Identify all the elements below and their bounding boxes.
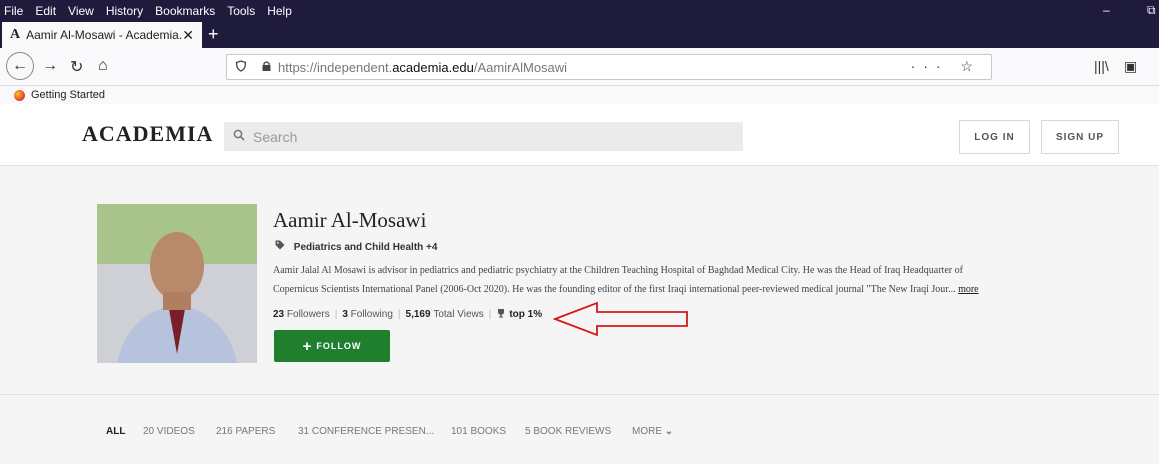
minimize-icon[interactable]: – — [1103, 3, 1110, 17]
navigation-bar: ← → ↻ ⌂ https://independent.academia.edu… — [0, 48, 1159, 86]
forward-button[interactable]: → — [42, 57, 58, 75]
bookmark-getting-started[interactable]: Getting Started — [31, 89, 105, 101]
chevron-down-icon: ⌄ — [664, 426, 674, 437]
tab-more[interactable]: MORE ⌄ — [632, 426, 673, 437]
tag-icon — [275, 240, 288, 253]
home-button[interactable]: ⌂ — [98, 57, 108, 75]
bookmarks-bar: Getting Started — [0, 86, 1159, 104]
site-header: ACADEMIA Search LOG IN SIGN UP — [0, 104, 1159, 166]
profile-photo — [97, 204, 257, 363]
profile-tabs: ALL 20 VIDEOS 216 PAPERS 31 CONFERENCE P… — [0, 394, 1159, 464]
search-placeholder: Search — [253, 128, 298, 145]
search-icon — [233, 129, 245, 144]
back-button[interactable]: ← — [6, 52, 34, 80]
search-input[interactable]: Search — [224, 122, 743, 151]
trophy-icon — [496, 308, 506, 321]
url-text: https://independent.academia.edu/AamirAl… — [278, 59, 568, 75]
signup-button[interactable]: SIGN UP — [1041, 120, 1119, 154]
follow-button[interactable]: + FOLLOW — [274, 330, 390, 362]
reload-button[interactable]: ↻ — [70, 57, 83, 77]
lock-icon[interactable] — [261, 60, 272, 75]
url-bar[interactable]: https://independent.academia.edu/AamirAl… — [226, 54, 992, 80]
tab-papers[interactable]: 216 PAPERS — [216, 426, 275, 437]
tab-videos[interactable]: 20 VIDEOS — [143, 426, 195, 437]
library-icon[interactable]: |||\ — [1094, 58, 1109, 74]
red-arrow-annotation — [553, 301, 688, 337]
tab-all[interactable]: ALL — [106, 426, 125, 437]
menu-tools[interactable]: Tools — [227, 4, 255, 18]
close-icon[interactable]: ✕ — [182, 27, 194, 44]
views-label: Total Views — [433, 309, 484, 320]
tab-bar: A Aamir Al-Mosawi - Academia.e ✕ + — [0, 22, 1159, 48]
menu-bookmarks[interactable]: Bookmarks — [155, 4, 215, 18]
restore-icon[interactable]: ⧉ — [1147, 3, 1156, 18]
profile-name: Aamir Al-Mosawi — [273, 208, 427, 232]
plus-icon: + — [302, 337, 313, 355]
menu-bar: File Edit View History Bookmarks Tools H… — [0, 0, 1159, 22]
page-actions-icon[interactable]: ··· ☆ — [911, 58, 981, 75]
profile-stats: 23 Followers | 3 Following | 5,169 Total… — [273, 308, 543, 321]
tab-book-reviews[interactable]: 5 BOOK REVIEWS — [525, 426, 611, 437]
tab-books[interactable]: 101 BOOKS — [451, 426, 506, 437]
firefox-icon — [14, 89, 25, 101]
profile-bio: Aamir Jalal Al Mosawi is advisor in pedi… — [273, 265, 979, 295]
views-count: 5,169 — [405, 309, 431, 320]
profile-section: Aamir Al-Mosawi Pediatrics and Child Hea… — [0, 166, 1159, 394]
shield-icon[interactable] — [235, 59, 247, 75]
followers-label[interactable]: Followers — [287, 309, 330, 320]
more-link[interactable]: more — [958, 284, 979, 295]
new-tab-button[interactable]: + — [208, 24, 219, 45]
tab-academia[interactable]: A Aamir Al-Mosawi - Academia.e ✕ — [2, 22, 202, 48]
followers-count[interactable]: 23 — [273, 309, 284, 320]
tab-conference-presentations[interactable]: 31 CONFERENCE PRESEN... — [298, 426, 434, 437]
research-tags[interactable]: Pediatrics and Child Health +4 — [275, 240, 437, 253]
menu-help[interactable]: Help — [267, 4, 292, 18]
tab-title: Aamir Al-Mosawi - Academia.e — [26, 28, 183, 42]
sidebar-icon[interactable]: ▣ — [1124, 58, 1137, 75]
academia-favicon-icon: A — [10, 27, 21, 42]
menu-view[interactable]: View — [68, 4, 94, 18]
menu-edit[interactable]: Edit — [35, 4, 56, 18]
menu-file[interactable]: File — [4, 4, 23, 18]
login-button[interactable]: LOG IN — [959, 120, 1030, 154]
menu-history[interactable]: History — [106, 4, 143, 18]
arrow-left-icon: ← — [12, 57, 28, 74]
following-count[interactable]: 3 — [342, 309, 348, 320]
top-badge: top 1% — [509, 309, 543, 320]
following-label[interactable]: Following — [351, 309, 393, 320]
academia-logo[interactable]: ACADEMIA — [82, 121, 213, 147]
